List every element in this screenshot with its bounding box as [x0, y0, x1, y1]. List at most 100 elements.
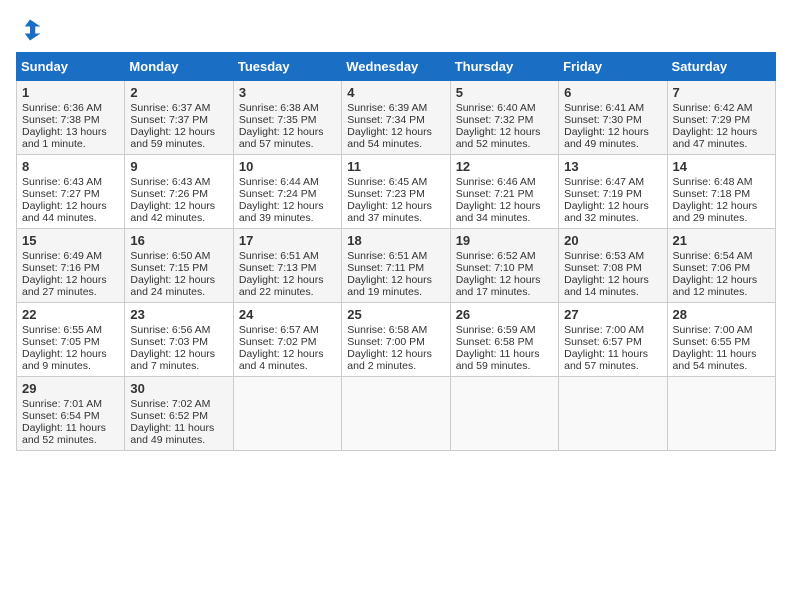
- day-info: Sunset: 7:35 PM: [239, 114, 336, 126]
- day-info: Sunrise: 6:49 AM: [22, 250, 119, 262]
- day-info: Sunrise: 6:59 AM: [456, 324, 553, 336]
- day-info: Sunset: 7:23 PM: [347, 188, 444, 200]
- day-info: and 37 minutes.: [347, 212, 444, 224]
- calendar-cell: 20Sunrise: 6:53 AMSunset: 7:08 PMDayligh…: [559, 229, 667, 303]
- day-info: and 57 minutes.: [239, 138, 336, 150]
- calendar-cell: 30Sunrise: 7:02 AMSunset: 6:52 PMDayligh…: [125, 377, 233, 451]
- day-info: Sunrise: 6:58 AM: [347, 324, 444, 336]
- day-info: and 7 minutes.: [130, 360, 227, 372]
- day-info: Daylight: 12 hours: [673, 200, 770, 212]
- day-info: Daylight: 12 hours: [239, 348, 336, 360]
- calendar-cell: [559, 377, 667, 451]
- day-number: 8: [22, 159, 119, 174]
- day-number: 23: [130, 307, 227, 322]
- calendar-cell: 18 Sunrise: 6:51 AMSunset: 7:11 PMDayligh…: [342, 229, 450, 303]
- calendar-week-row: 29Sunrise: 7:01 AMSunset: 6:54 PMDayligh…: [17, 377, 776, 451]
- calendar-cell: 3Sunrise: 6:38 AMSunset: 7:35 PMDaylight…: [233, 81, 341, 155]
- day-info: Sunset: 7:06 PM: [673, 262, 770, 274]
- day-info: Sunrise: 6:43 AM: [22, 176, 119, 188]
- day-info: and 54 minutes.: [347, 138, 444, 150]
- day-info: Sunrise: 6:36 AM: [22, 102, 119, 114]
- calendar-header-row: SundayMondayTuesdayWednesdayThursdayFrid…: [17, 53, 776, 81]
- day-info: and 49 minutes.: [130, 434, 227, 446]
- day-info: Sunrise: 6:51 AM: [347, 250, 444, 262]
- day-info: Sunrise: 6:52 AM: [456, 250, 553, 262]
- day-info: Sunrise: 6:47 AM: [564, 176, 661, 188]
- day-info: Sunrise: 6:37 AM: [130, 102, 227, 114]
- day-number: 11: [347, 159, 444, 174]
- day-info: Sunset: 7:37 PM: [130, 114, 227, 126]
- day-header-wednesday: Wednesday: [342, 53, 450, 81]
- day-info: and 2 minutes.: [347, 360, 444, 372]
- calendar-cell: 28Sunrise: 7:00 AMSunset: 6:55 PMDayligh…: [667, 303, 775, 377]
- day-info: Sunset: 7:38 PM: [22, 114, 119, 126]
- day-info: Sunset: 7:27 PM: [22, 188, 119, 200]
- day-info: Daylight: 12 hours: [347, 126, 444, 138]
- day-header-sunday: Sunday: [17, 53, 125, 81]
- day-info: Daylight: 12 hours: [564, 274, 661, 286]
- day-info: Sunset: 6:57 PM: [564, 336, 661, 348]
- day-info: and 17 minutes.: [456, 286, 553, 298]
- day-info: Daylight: 12 hours: [347, 274, 444, 286]
- day-info: and 29 minutes.: [673, 212, 770, 224]
- logo-bird-icon: [16, 16, 44, 44]
- day-info: Sunrise: 7:01 AM: [22, 398, 119, 410]
- day-info: Sunset: 7:00 PM: [347, 336, 444, 348]
- day-header-monday: Monday: [125, 53, 233, 81]
- day-info: Sunset: 7:05 PM: [22, 336, 119, 348]
- calendar-cell: [667, 377, 775, 451]
- day-info: Daylight: 12 hours: [130, 126, 227, 138]
- day-number: 20: [564, 233, 661, 248]
- day-info: Daylight: 12 hours: [239, 126, 336, 138]
- day-number: 28: [673, 307, 770, 322]
- day-info: and 39 minutes.: [239, 212, 336, 224]
- day-info: Sunrise: 6:42 AM: [673, 102, 770, 114]
- day-info: Sunset: 7:18 PM: [673, 188, 770, 200]
- day-info: Sunrise: 6:56 AM: [130, 324, 227, 336]
- day-info: Sunset: 7:19 PM: [564, 188, 661, 200]
- day-number: 5: [456, 85, 553, 100]
- day-info: and 32 minutes.: [564, 212, 661, 224]
- calendar-cell: 17Sunrise: 6:51 AMSunset: 7:13 PMDayligh…: [233, 229, 341, 303]
- day-info: and 52 minutes.: [456, 138, 553, 150]
- day-number: 18: [347, 233, 444, 248]
- day-info: Daylight: 11 hours: [673, 348, 770, 360]
- day-info: Sunrise: 6:51 AM: [239, 250, 336, 262]
- day-info: Sunset: 6:55 PM: [673, 336, 770, 348]
- day-number: 3: [239, 85, 336, 100]
- day-info: Sunrise: 6:39 AM: [347, 102, 444, 114]
- calendar-cell: 23Sunrise: 6:56 AMSunset: 7:03 PMDayligh…: [125, 303, 233, 377]
- day-info: Daylight: 12 hours: [347, 200, 444, 212]
- day-info: Daylight: 11 hours: [22, 422, 119, 434]
- day-info: Daylight: 12 hours: [130, 200, 227, 212]
- day-info: and 14 minutes.: [564, 286, 661, 298]
- day-info: and 27 minutes.: [22, 286, 119, 298]
- day-number: 2: [130, 85, 227, 100]
- day-number: 17: [239, 233, 336, 248]
- calendar-cell: 29Sunrise: 7:01 AMSunset: 6:54 PMDayligh…: [17, 377, 125, 451]
- day-info: Daylight: 12 hours: [456, 200, 553, 212]
- day-info: and 1 minute.: [22, 138, 119, 150]
- day-info: Sunset: 7:10 PM: [456, 262, 553, 274]
- day-info: Daylight: 11 hours: [456, 348, 553, 360]
- calendar-cell: 2 Sunrise: 6:37 AMSunset: 7:37 PMDaylight…: [125, 81, 233, 155]
- day-info: Sunrise: 6:57 AM: [239, 324, 336, 336]
- day-number: 24: [239, 307, 336, 322]
- day-number: 1: [22, 85, 119, 100]
- day-info: Daylight: 12 hours: [239, 200, 336, 212]
- day-info: and 42 minutes.: [130, 212, 227, 224]
- day-info: Sunset: 7:24 PM: [239, 188, 336, 200]
- day-number: 10: [239, 159, 336, 174]
- calendar-table: SundayMondayTuesdayWednesdayThursdayFrid…: [16, 52, 776, 451]
- day-info: and 57 minutes.: [564, 360, 661, 372]
- day-info: Sunrise: 7:00 AM: [564, 324, 661, 336]
- day-info: Daylight: 12 hours: [456, 274, 553, 286]
- day-header-tuesday: Tuesday: [233, 53, 341, 81]
- day-info: Daylight: 12 hours: [130, 274, 227, 286]
- day-number: 15: [22, 233, 119, 248]
- day-info: Sunset: 7:11 PM: [347, 262, 444, 274]
- day-number: 19: [456, 233, 553, 248]
- day-info: and 59 minutes.: [456, 360, 553, 372]
- day-number: 22: [22, 307, 119, 322]
- day-number: 21: [673, 233, 770, 248]
